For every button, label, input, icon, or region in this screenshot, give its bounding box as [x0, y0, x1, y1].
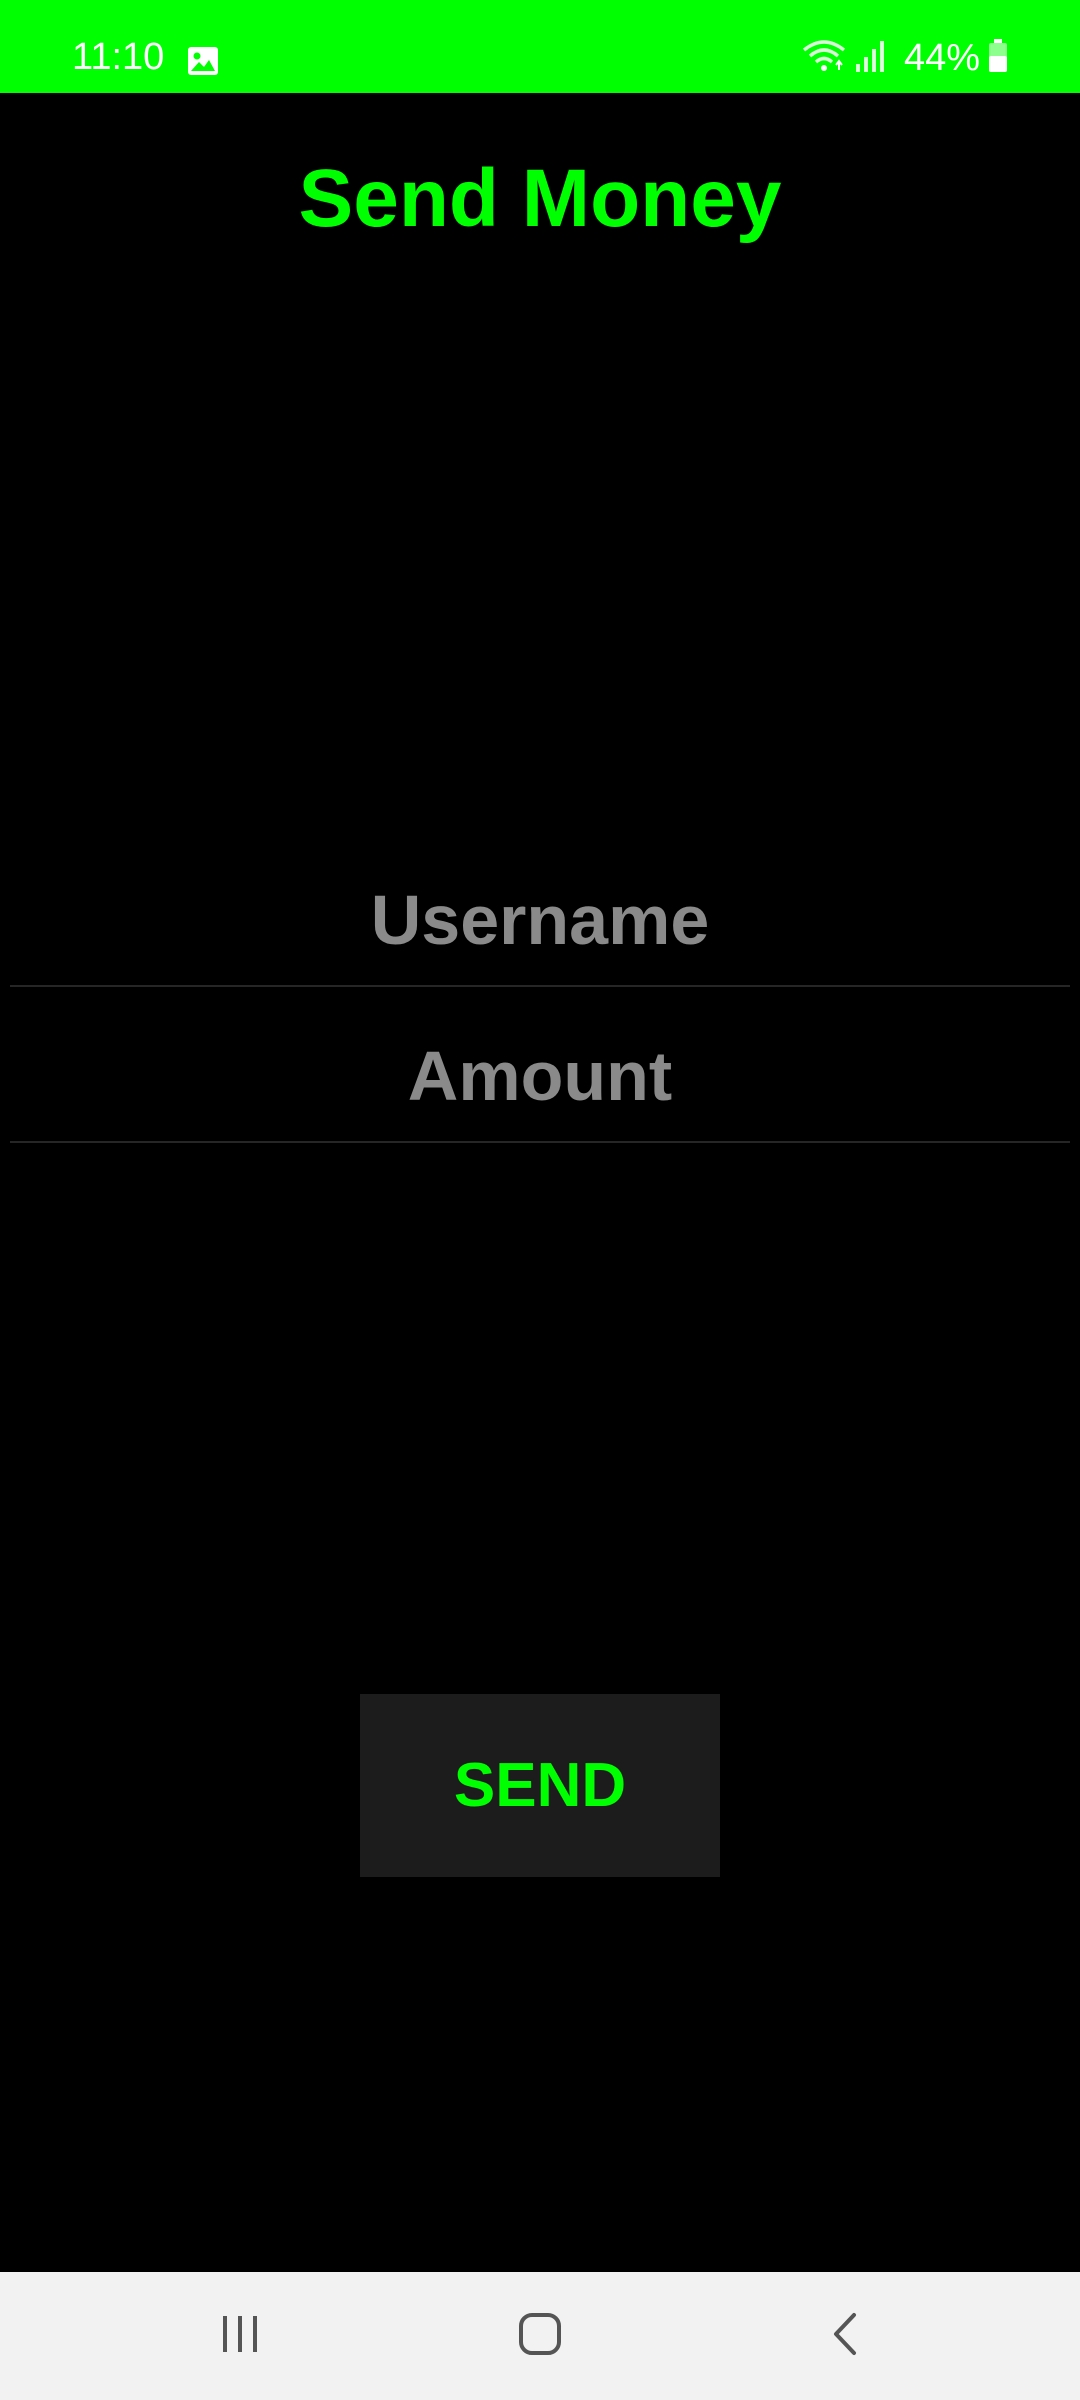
status-icons: 44%: [802, 38, 1008, 78]
send-money-screen: 11:10 44% Send Money Username Amount SEN…: [0, 0, 1080, 2400]
signal-icon: [854, 40, 888, 77]
amount-input[interactable]: [10, 1035, 1070, 1117]
wifi-icon: [802, 38, 846, 79]
recents-button[interactable]: [160, 2272, 320, 2400]
status-bar: 11:10 44%: [0, 0, 1080, 93]
home-button[interactable]: [460, 2272, 620, 2400]
back-button[interactable]: [765, 2272, 925, 2400]
home-icon: [518, 2312, 562, 2361]
status-time: 11:10: [72, 36, 165, 78]
recents-icon: [220, 2314, 260, 2359]
navigation-bar: [0, 2272, 1080, 2400]
battery-percentage: 44%: [903, 37, 980, 79]
amount-field-container: [10, 1011, 1070, 1143]
send-button[interactable]: SEND: [360, 1694, 720, 1877]
battery-icon: [988, 38, 1008, 78]
back-icon: [830, 2312, 860, 2361]
image-icon: [187, 46, 219, 76]
username-field-container: [10, 855, 1070, 987]
username-input[interactable]: [10, 879, 1070, 961]
page-title: Send Money: [298, 153, 782, 244]
